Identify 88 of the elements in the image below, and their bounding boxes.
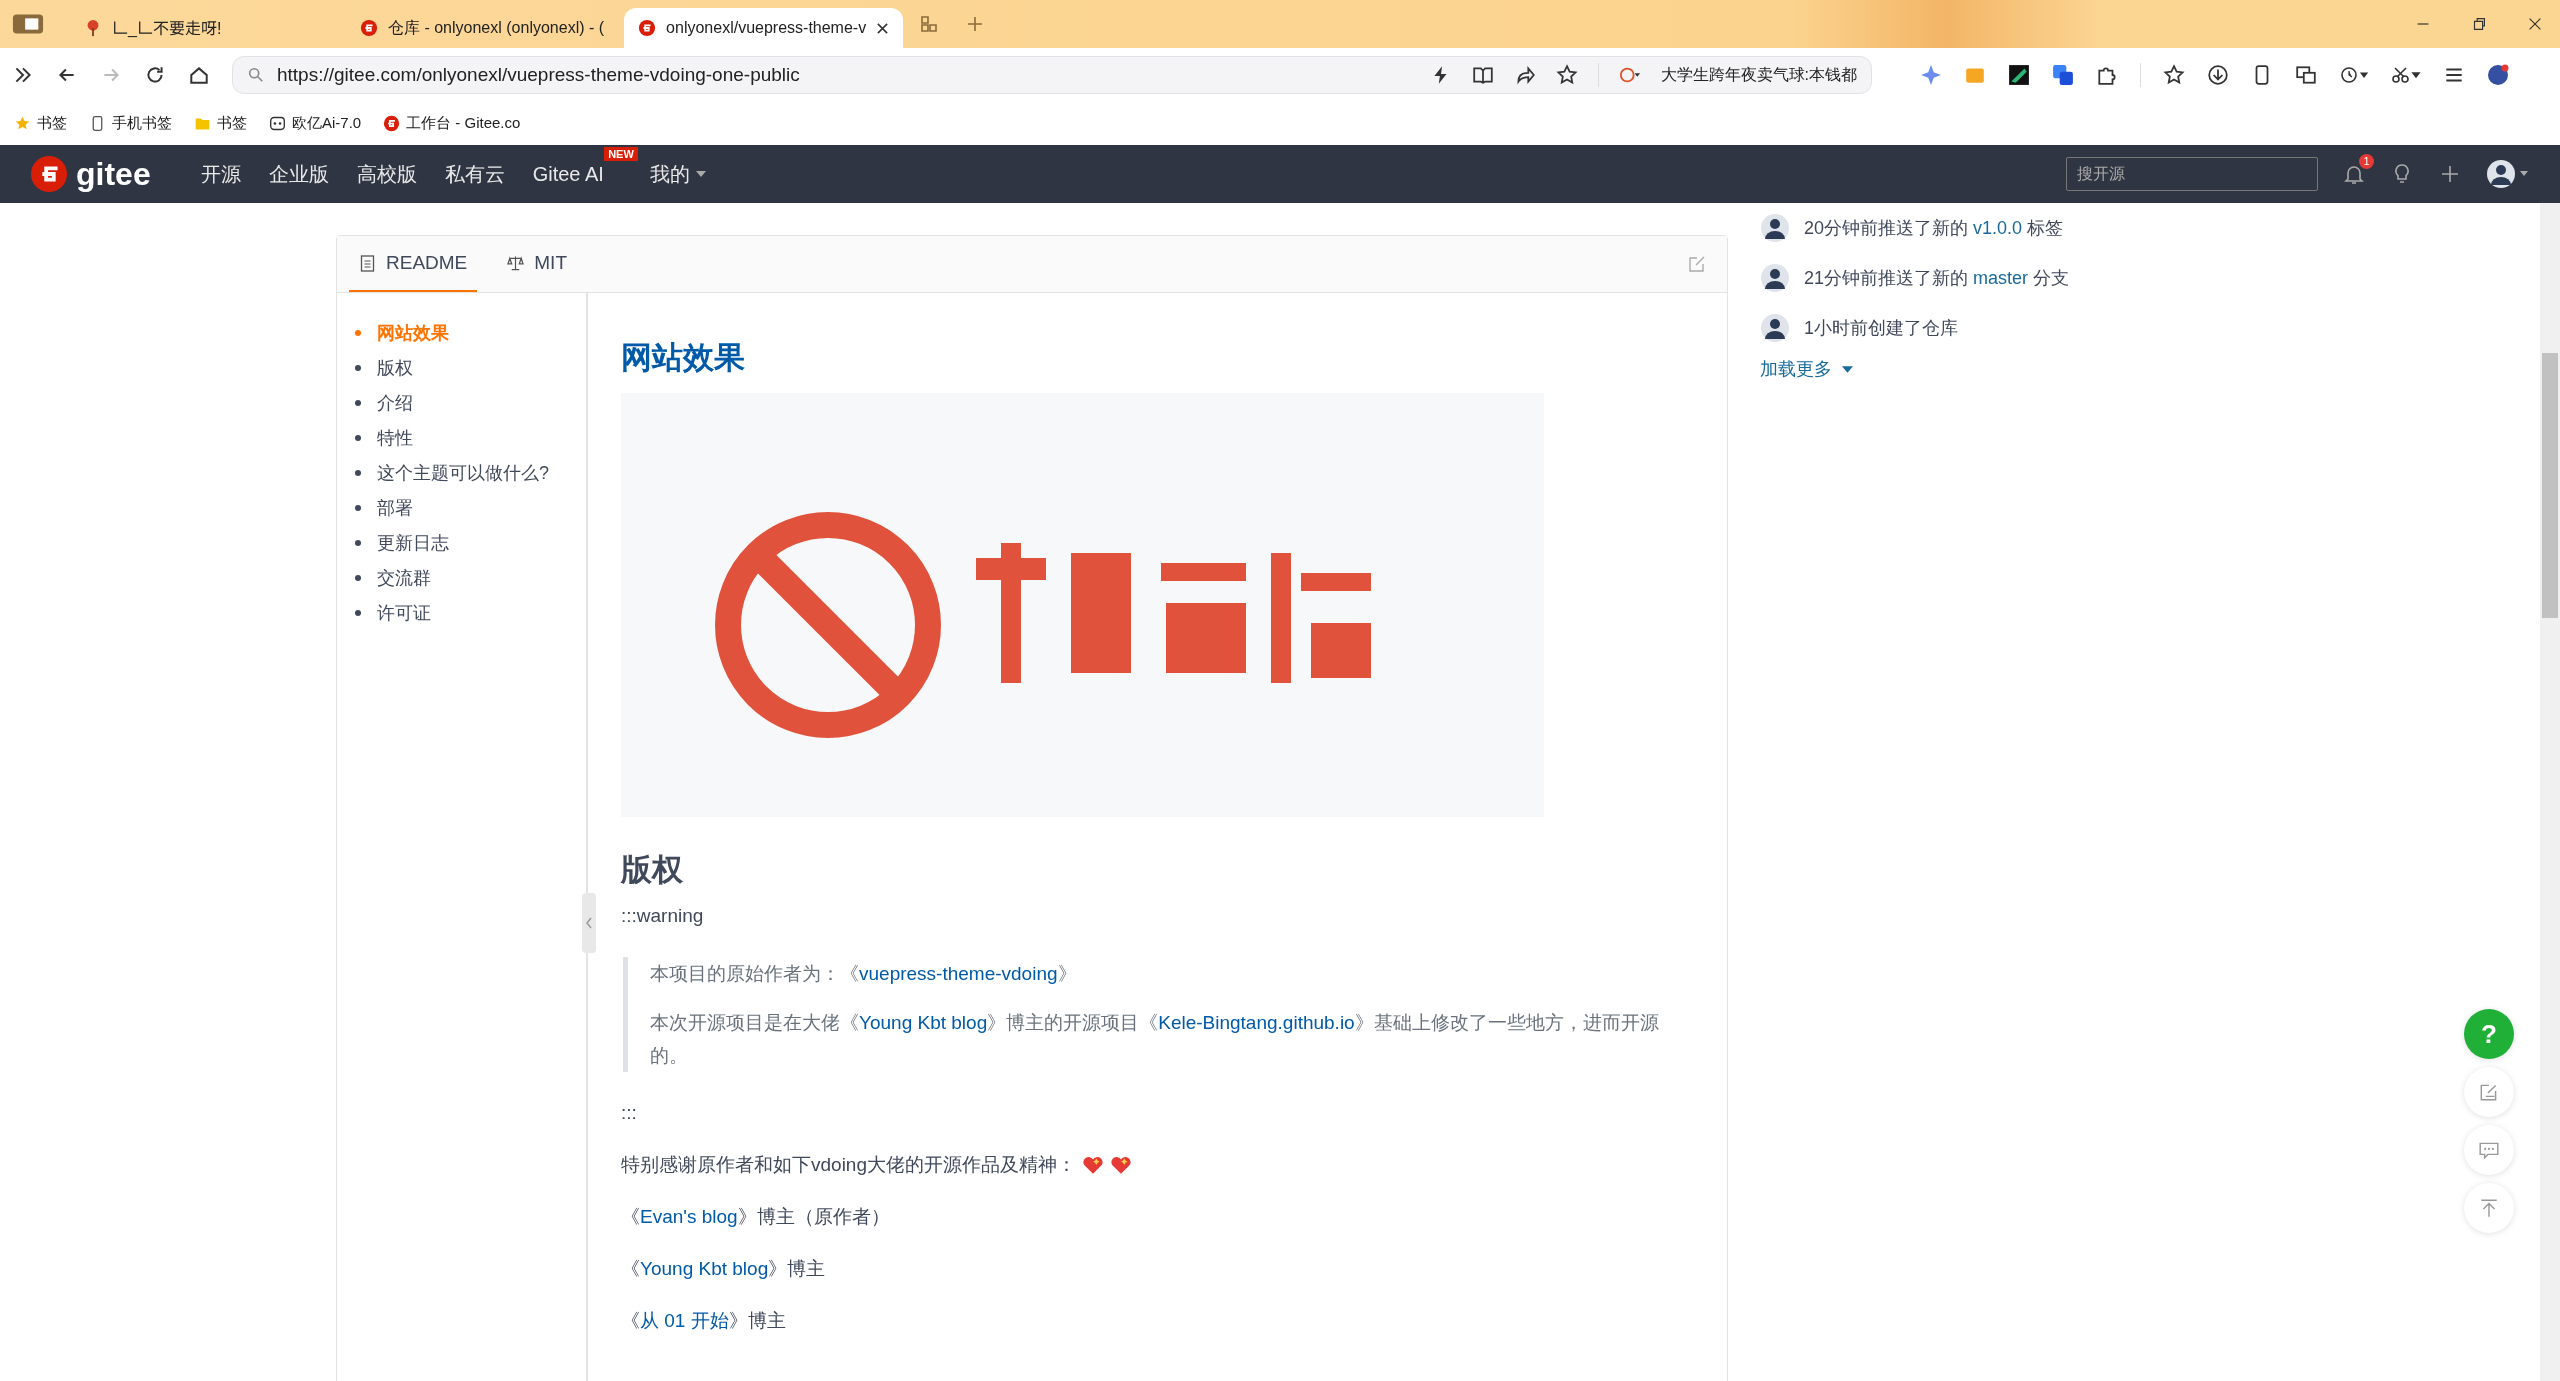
close-icon[interactable] [876,21,890,35]
paragraph: 《从 01 开始》博主 [621,1310,787,1332]
bookmark[interactable]: 欧亿Ai-7.0 [269,114,362,133]
toc-item[interactable]: 许可证 [337,595,586,630]
folder-icon [194,115,211,132]
activity-text: 1小时前创建了仓库 [1804,317,1958,340]
load-more-link[interactable]: 加载更多 [1760,357,1853,381]
arrow-up-icon [2478,1197,2500,1219]
bookmark[interactable]: 书签 [194,114,247,133]
search-suggestion[interactable]: 大学生跨年夜卖气球:本钱都 [1660,64,1857,86]
caret-icon [695,171,706,177]
translate-icon[interactable] [2052,64,2074,86]
avatar-icon[interactable] [1760,263,1790,293]
gitee-logo-icon [638,19,657,37]
link[interactable]: Young Kbt blog [640,1258,769,1280]
readme-tab[interactable]: MIT [497,236,577,292]
toc-item[interactable]: 版权 [337,350,586,385]
paragraph: 本次开源项目是在大佬《Young Kbt blog》博主的开源项目《Kele-Bingtang.github.io》基础上修改了一些地方，进而开源的。 [650,1011,1660,1068]
paragraph: 《Evan's blog》博主（原作者） [621,1206,891,1228]
robot-icon [269,115,286,132]
gitee-logo-icon [360,19,378,37]
scissors-icon[interactable] [2391,65,2421,85]
section-heading: 网站效果 [621,339,746,377]
avatar-icon[interactable] [1760,313,1790,343]
reload-icon[interactable] [144,64,166,86]
collapse-handle-icon[interactable] [582,893,596,953]
section-heading: 版权 [621,851,684,889]
gitee-logo[interactable]: gitee [30,155,151,193]
scrollbar[interactable] [2540,203,2560,1381]
gitee-logo-icon [383,115,401,132]
star-icon [14,115,31,132]
sidebar-toggle-icon[interactable] [12,13,44,35]
sparkle-icon[interactable] [1920,64,1942,86]
nav-link[interactable]: 企业版 [268,160,329,188]
browser-tab[interactable]: 仓库 - onlyonexl (onlyonexl) - ( [346,8,619,48]
link[interactable]: vuepress-theme-vdoing [859,963,1058,984]
paragraph: :::warning [621,905,705,927]
download-icon[interactable] [2207,64,2229,86]
toc-item[interactable]: 部署 [337,490,586,525]
toc-item[interactable]: 交流群 [337,560,586,595]
scale-icon [507,254,525,272]
toc-item[interactable]: 特性 [337,420,586,455]
nav-link[interactable]: 高校版 [356,160,417,188]
link[interactable]: Evan's blog [640,1206,738,1228]
activity-text: 21分钟前推送了新的 master 分支 [1804,267,2070,290]
notification-badge: 1 [2359,154,2374,169]
browser-tab[interactable]: 𠃊_𠃊不要走呀! [70,8,340,48]
history-icon[interactable] [2339,65,2369,85]
link[interactable]: Young Kbt blog [859,1012,988,1033]
toc-item[interactable]: 更新日志 [337,525,586,560]
profile-avatar-icon[interactable] [2487,64,2509,86]
new-badge: NEW [604,146,638,161]
toc-item[interactable]: 这个主题可以做什么? [337,455,586,490]
link[interactable]: 从 01 开始 [640,1310,729,1332]
search-field[interactable]: 搜开源 [2066,157,2318,191]
windows-icon[interactable] [2295,64,2317,86]
bookmark[interactable]: 工作台 - Gitee.co [383,114,521,133]
link[interactable]: Kele-Bingtang.github.io [1158,1012,1355,1033]
star-add-icon[interactable] [1555,64,1578,86]
bookmark[interactable]: 手机书签 [89,114,172,133]
url-text: https://gitee.com/onlyonexl/vuepress-theme-vdoing-one-public [277,64,800,86]
caret-icon [1842,365,1853,373]
readme-tab[interactable]: README [349,236,478,292]
address-bar[interactable]: https://gitee.com/onlyonexl/vuepress-theme-vdoing-one-public 大学生跨年夜卖气球:本钱都 [232,56,1872,94]
heart-icon [1082,1155,1104,1175]
nav-link[interactable]: 开源 [200,160,241,188]
paragraph: 特别感谢原作者和如下vdoing大佬的开源作品及精神： [621,1154,1694,1176]
tab-grid-icon[interactable] [919,14,940,34]
heart-icon [1110,1155,1132,1175]
nav-link[interactable]: 私有云 [444,160,505,188]
user-avatar-icon[interactable] [2486,159,2530,189]
activity-text: 20分钟前推送了新的 v1.0.0 标签 [1804,217,2064,240]
star-icon[interactable] [2163,64,2185,86]
browser-tab[interactable]: onlyonexl/vuepress-theme-v [624,8,904,48]
search-icon [247,66,265,84]
paragraph: 《Young Kbt blog》博主 [621,1258,827,1280]
chat-button[interactable] [2464,1125,2514,1175]
avatar-icon[interactable] [1760,213,1790,243]
feedback-button[interactable] [2464,1067,2514,1117]
toc-item[interactable]: 介绍 [337,385,586,420]
paragraph: 本项目的原始作者为：《vuepress-theme-vdoing》 [650,962,1078,986]
paragraph: ::: [621,1102,638,1124]
link[interactable]: master [1973,268,2029,288]
nav-dropdown[interactable]: 我的 [649,160,706,188]
link[interactable]: v1.0.0 [1973,218,2023,238]
document-icon [359,254,376,272]
nav-link[interactable]: Gitee AI [532,162,604,186]
bookmark[interactable]: 书签 [14,114,67,133]
